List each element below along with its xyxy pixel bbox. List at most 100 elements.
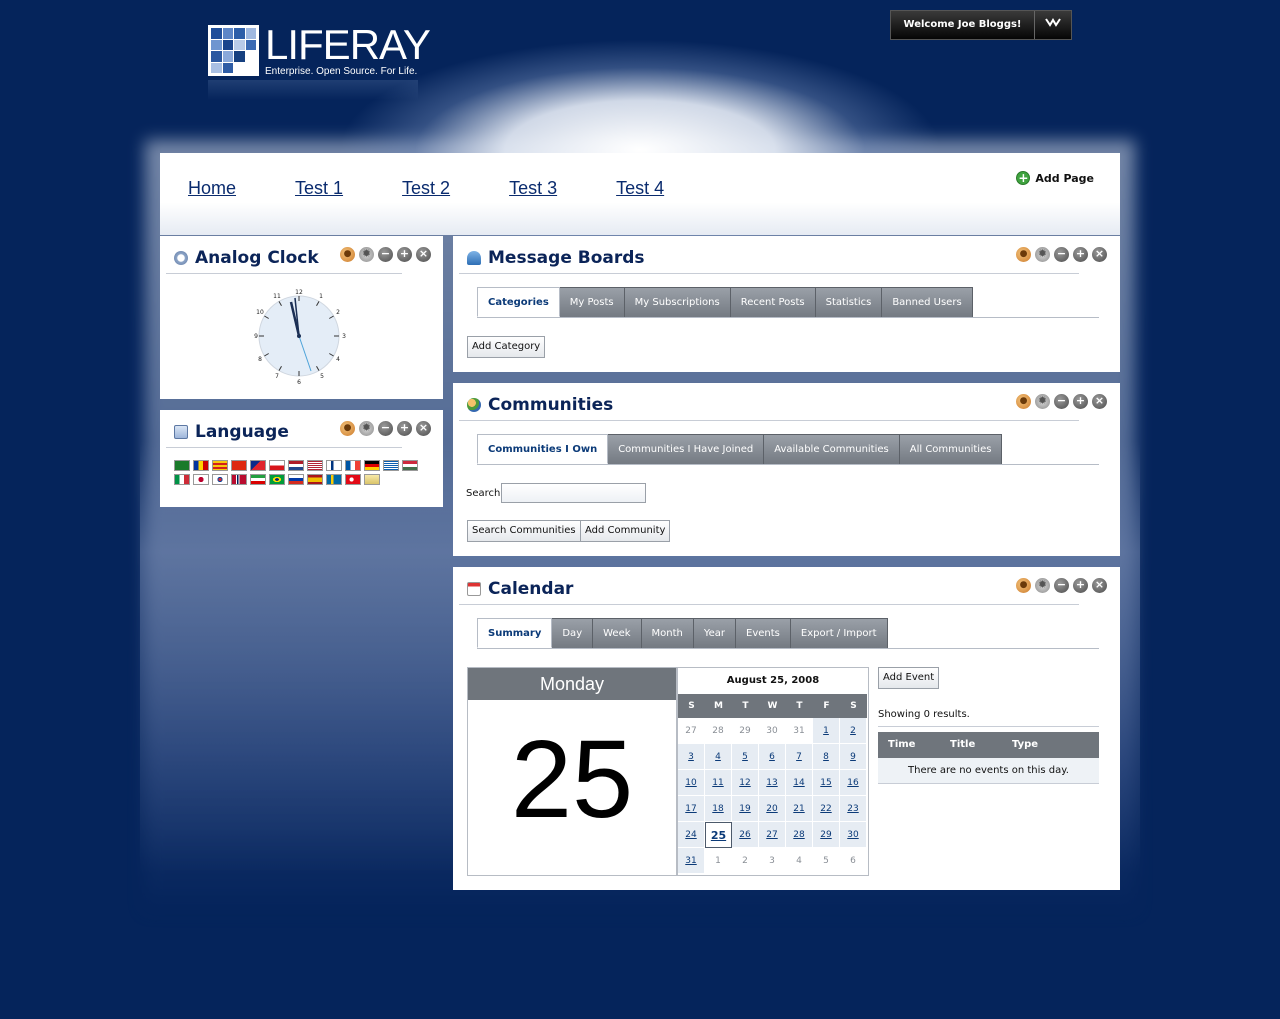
flag-icon-czech[interactable]: [269, 460, 285, 471]
calendar-day[interactable]: 4: [705, 744, 732, 770]
flag-icon-english[interactable]: [307, 460, 323, 471]
flag-icon-norwegian[interactable]: [231, 474, 247, 485]
flag-icon-taiwan[interactable]: [250, 460, 266, 471]
flag-icon-catalan[interactable]: [193, 460, 209, 471]
calendar-day[interactable]: 6: [759, 744, 786, 770]
calendar-day[interactable]: 27: [759, 822, 786, 848]
flag-icon-russian[interactable]: [288, 474, 304, 485]
calendar-day-today[interactable]: 25: [705, 822, 732, 848]
maximize-icon[interactable]: +: [397, 421, 412, 436]
configuration-gear-icon[interactable]: ✹: [1035, 394, 1050, 409]
calendar-day[interactable]: 16: [840, 770, 867, 796]
tab-day[interactable]: Day: [552, 618, 594, 648]
calendar-day[interactable]: 12: [732, 770, 759, 796]
flag-icon-korean[interactable]: [212, 474, 228, 485]
tab-categories[interactable]: Categories: [477, 287, 560, 317]
tab-events[interactable]: Events: [736, 618, 791, 648]
calendar-day[interactable]: 8: [813, 744, 840, 770]
calendar-day[interactable]: 31: [678, 848, 705, 874]
flag-icon-turkish[interactable]: [345, 474, 361, 485]
nav-tab-home[interactable]: Home: [188, 178, 236, 199]
look-and-feel-icon[interactable]: ●: [1016, 578, 1031, 593]
calendar-day[interactable]: 30: [840, 822, 867, 848]
tab-my-subscriptions[interactable]: My Subscriptions: [624, 287, 731, 317]
look-and-feel-icon[interactable]: ●: [340, 247, 355, 262]
close-icon[interactable]: ×: [1092, 578, 1107, 593]
tab-recent-posts[interactable]: Recent Posts: [730, 287, 816, 317]
calendar-day[interactable]: 15: [813, 770, 840, 796]
flag-icon-portuguese[interactable]: [269, 474, 285, 485]
calendar-day[interactable]: 29: [813, 822, 840, 848]
flag-icon-italian[interactable]: [174, 474, 190, 485]
maximize-icon[interactable]: +: [1073, 578, 1088, 593]
close-icon[interactable]: ×: [1092, 247, 1107, 262]
tab-all-communities[interactable]: All Communities: [899, 434, 1003, 464]
user-dock[interactable]: Welcome Joe Bloggs!: [890, 10, 1072, 40]
flag-icon-german[interactable]: [364, 460, 380, 471]
calendar-day[interactable]: 1: [813, 718, 840, 744]
tab-month[interactable]: Month: [641, 618, 694, 648]
flag-icon-hungarian[interactable]: [402, 460, 418, 471]
tab-available-communities[interactable]: Available Communities: [764, 434, 900, 464]
flag-icon-swedish[interactable]: [326, 474, 342, 485]
minimize-icon[interactable]: −: [1054, 247, 1069, 262]
configuration-gear-icon[interactable]: ✹: [359, 421, 374, 436]
maximize-icon[interactable]: +: [1073, 394, 1088, 409]
flag-icon-chinese[interactable]: [231, 460, 247, 471]
tab-communities-i-own[interactable]: Communities I Own: [477, 434, 609, 464]
add-event-button[interactable]: Add Event: [878, 667, 940, 689]
tab-my-posts[interactable]: My Posts: [559, 287, 625, 317]
calendar-day[interactable]: 13: [759, 770, 786, 796]
flag-icon-persian[interactable]: [250, 474, 266, 485]
calendar-day[interactable]: 23: [840, 796, 867, 822]
flag-icon-french[interactable]: [345, 460, 361, 471]
search-input[interactable]: [501, 483, 646, 503]
calendar-day[interactable]: 24: [678, 822, 705, 848]
search-communities-button[interactable]: Search Communities: [467, 520, 581, 542]
calendar-day[interactable]: 21: [786, 796, 813, 822]
close-icon[interactable]: ×: [416, 247, 431, 262]
tab-export-import[interactable]: Export / Import: [790, 618, 888, 648]
calendar-day[interactable]: 20: [759, 796, 786, 822]
calendar-day[interactable]: 9: [840, 744, 867, 770]
look-and-feel-icon[interactable]: ●: [1016, 247, 1031, 262]
flag-icon-greek[interactable]: [383, 460, 399, 471]
look-and-feel-icon[interactable]: ●: [1016, 394, 1031, 409]
close-icon[interactable]: ×: [416, 421, 431, 436]
tab-summary[interactable]: Summary: [477, 618, 553, 648]
flag-icon-japanese[interactable]: [193, 474, 209, 485]
nav-tab-test-1[interactable]: Test 1: [295, 178, 343, 199]
minimize-icon[interactable]: −: [378, 421, 393, 436]
calendar-day[interactable]: 5: [732, 744, 759, 770]
minimize-icon[interactable]: −: [1054, 578, 1069, 593]
tab-statistics[interactable]: Statistics: [815, 287, 883, 317]
tab-week[interactable]: Week: [593, 618, 642, 648]
calendar-day[interactable]: 17: [678, 796, 705, 822]
calendar-day[interactable]: 14: [786, 770, 813, 796]
add-page-button[interactable]: + Add Page: [1016, 171, 1094, 185]
look-and-feel-icon[interactable]: ●: [340, 421, 355, 436]
calendar-day[interactable]: 18: [705, 796, 732, 822]
add-community-button[interactable]: Add Community: [580, 520, 671, 542]
nav-tab-test-4[interactable]: Test 4: [616, 178, 664, 199]
dock-menu-icon[interactable]: [1035, 11, 1071, 39]
flag-icon-dutch[interactable]: [288, 460, 304, 471]
tab-year[interactable]: Year: [693, 618, 737, 648]
configuration-gear-icon[interactable]: ✹: [1035, 578, 1050, 593]
calendar-day[interactable]: 11: [705, 770, 732, 796]
close-icon[interactable]: ×: [1092, 394, 1107, 409]
calendar-day[interactable]: 26: [732, 822, 759, 848]
calendar-day[interactable]: 10: [678, 770, 705, 796]
flag-icon-catalonia[interactable]: [212, 460, 228, 471]
configuration-gear-icon[interactable]: ✹: [1035, 247, 1050, 262]
calendar-day[interactable]: 19: [732, 796, 759, 822]
configuration-gear-icon[interactable]: ✹: [359, 247, 374, 262]
flag-icon-vietnamese[interactable]: [364, 474, 380, 485]
calendar-day[interactable]: 3: [678, 744, 705, 770]
nav-tab-test-3[interactable]: Test 3: [509, 178, 557, 199]
tab-banned-users[interactable]: Banned Users: [882, 287, 973, 317]
liferay-logo[interactable]: LIFERAY Enterprise. Open Source. For Lif…: [208, 24, 431, 79]
tab-communities-i-have-joined[interactable]: Communities I Have Joined: [608, 434, 765, 464]
maximize-icon[interactable]: +: [1073, 247, 1088, 262]
maximize-icon[interactable]: +: [397, 247, 412, 262]
